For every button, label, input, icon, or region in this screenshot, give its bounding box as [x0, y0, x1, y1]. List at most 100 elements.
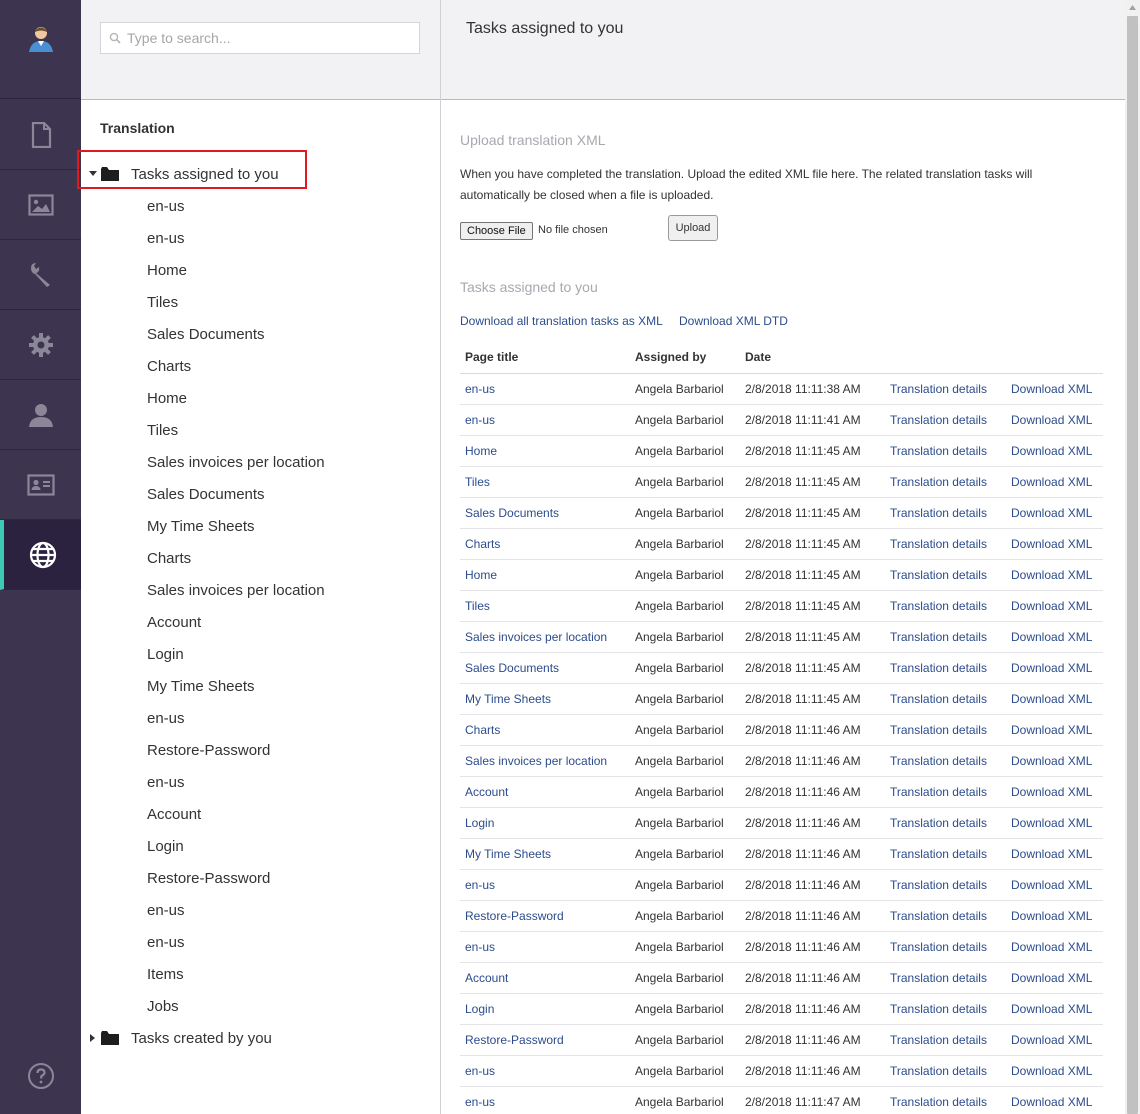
rail-item-media[interactable]	[0, 170, 81, 240]
rail-item-settings[interactable]	[0, 310, 81, 380]
translation-details-link[interactable]: Translation details	[890, 847, 987, 861]
page-title-link[interactable]: Sales Documents	[465, 661, 559, 675]
page-title-link[interactable]: Home	[465, 568, 497, 582]
tree-child-item[interactable]: Restore-Password	[147, 865, 270, 893]
page-title-link[interactable]: Tiles	[465, 599, 490, 613]
download-dtd-link[interactable]: Download XML DTD	[679, 314, 788, 328]
download-xml-link[interactable]: Download XML	[1011, 1002, 1092, 1016]
translation-details-link[interactable]: Translation details	[890, 940, 987, 954]
translation-details-link[interactable]: Translation details	[890, 1002, 987, 1016]
translation-details-link[interactable]: Translation details	[890, 816, 987, 830]
tree-child-item[interactable]: en-us	[147, 897, 185, 925]
translation-details-link[interactable]: Translation details	[890, 506, 987, 520]
page-title-link[interactable]: My Time Sheets	[465, 847, 551, 861]
tree-child-item[interactable]: Login	[147, 833, 184, 861]
download-xml-link[interactable]: Download XML	[1011, 630, 1092, 644]
tree-child-item[interactable]: My Time Sheets	[147, 513, 255, 541]
download-xml-link[interactable]: Download XML	[1011, 723, 1092, 737]
caret-down-icon[interactable]	[81, 171, 99, 177]
translation-details-link[interactable]: Translation details	[890, 630, 987, 644]
translation-details-link[interactable]: Translation details	[890, 909, 987, 923]
caret-right-icon[interactable]	[81, 1034, 99, 1042]
tree-child-item[interactable]: Charts	[147, 545, 191, 573]
download-xml-link[interactable]: Download XML	[1011, 661, 1092, 675]
tree-child-item[interactable]: Tiles	[147, 417, 178, 445]
rail-item-contacts[interactable]	[0, 450, 81, 520]
download-xml-link[interactable]: Download XML	[1011, 444, 1092, 458]
tree-node-tasks-assigned[interactable]: Tasks assigned to you	[81, 160, 279, 188]
page-title-link[interactable]: Sales invoices per location	[465, 630, 607, 644]
page-title-link[interactable]: en-us	[465, 413, 495, 427]
search-input[interactable]	[127, 30, 407, 46]
page-title-link[interactable]: Account	[465, 785, 508, 799]
page-title-link[interactable]: Sales invoices per location	[465, 754, 607, 768]
download-xml-link[interactable]: Download XML	[1011, 1095, 1092, 1109]
tree-child-item[interactable]: Account	[147, 801, 201, 829]
translation-details-link[interactable]: Translation details	[890, 692, 987, 706]
download-xml-link[interactable]: Download XML	[1011, 754, 1092, 768]
download-xml-link[interactable]: Download XML	[1011, 785, 1092, 799]
download-xml-link[interactable]: Download XML	[1011, 1064, 1092, 1078]
tree-child-item[interactable]: Home	[147, 385, 187, 413]
tree-child-item[interactable]: Login	[147, 641, 184, 669]
page-title-link[interactable]: en-us	[465, 878, 495, 892]
tree-child-item[interactable]: Charts	[147, 353, 191, 381]
help-button[interactable]	[0, 1056, 81, 1096]
tree-child-item[interactable]: Restore-Password	[147, 737, 270, 765]
page-title-link[interactable]: en-us	[465, 940, 495, 954]
translation-details-link[interactable]: Translation details	[890, 537, 987, 551]
search-box[interactable]	[100, 22, 420, 54]
page-title-link[interactable]: My Time Sheets	[465, 692, 551, 706]
tree-child-item[interactable]: en-us	[147, 225, 185, 253]
scroll-up-arrow[interactable]	[1125, 0, 1140, 15]
download-xml-link[interactable]: Download XML	[1011, 692, 1092, 706]
translation-details-link[interactable]: Translation details	[890, 971, 987, 985]
rail-item-users[interactable]	[0, 380, 81, 450]
page-title-link[interactable]: Sales Documents	[465, 506, 559, 520]
download-xml-link[interactable]: Download XML	[1011, 1033, 1092, 1047]
translation-details-link[interactable]: Translation details	[890, 723, 987, 737]
download-xml-link[interactable]: Download XML	[1011, 940, 1092, 954]
page-title-link[interactable]: en-us	[465, 1064, 495, 1078]
download-xml-link[interactable]: Download XML	[1011, 475, 1092, 489]
tree-child-item[interactable]: en-us	[147, 929, 185, 957]
translation-details-link[interactable]: Translation details	[890, 382, 987, 396]
tree-child-item[interactable]: Tiles	[147, 289, 178, 317]
page-title-link[interactable]: Restore-Password	[465, 1033, 564, 1047]
download-xml-link[interactable]: Download XML	[1011, 506, 1092, 520]
tree-child-item[interactable]: Sales invoices per location	[147, 577, 325, 605]
user-avatar[interactable]	[0, 0, 81, 99]
download-xml-link[interactable]: Download XML	[1011, 878, 1092, 892]
rail-item-tools[interactable]	[0, 240, 81, 310]
page-title-link[interactable]: Charts	[465, 537, 500, 551]
page-title-link[interactable]: Tiles	[465, 475, 490, 489]
translation-details-link[interactable]: Translation details	[890, 754, 987, 768]
download-all-link[interactable]: Download all translation tasks as XML	[460, 314, 663, 328]
translation-details-link[interactable]: Translation details	[890, 878, 987, 892]
page-title-link[interactable]: Restore-Password	[465, 909, 564, 923]
translation-details-link[interactable]: Translation details	[890, 1095, 987, 1109]
translation-details-link[interactable]: Translation details	[890, 785, 987, 799]
tree-child-item[interactable]: Sales Documents	[147, 481, 265, 509]
page-title-link[interactable]: en-us	[465, 1095, 495, 1109]
translation-details-link[interactable]: Translation details	[890, 661, 987, 675]
download-xml-link[interactable]: Download XML	[1011, 816, 1092, 830]
tree-child-item[interactable]: Jobs	[147, 993, 179, 1021]
rail-item-documents[interactable]	[0, 100, 81, 170]
upload-button[interactable]: Upload	[668, 215, 718, 241]
translation-details-link[interactable]: Translation details	[890, 568, 987, 582]
translation-details-link[interactable]: Translation details	[890, 599, 987, 613]
tree-child-item[interactable]: en-us	[147, 705, 185, 733]
page-title-link[interactable]: Login	[465, 1002, 494, 1016]
tree-child-item[interactable]: Home	[147, 257, 187, 285]
page-title-link[interactable]: en-us	[465, 382, 495, 396]
download-xml-link[interactable]: Download XML	[1011, 537, 1092, 551]
tree-child-item[interactable]: Items	[147, 961, 184, 989]
tree-child-item[interactable]: Account	[147, 609, 201, 637]
tree-child-item[interactable]: My Time Sheets	[147, 673, 255, 701]
page-title-link[interactable]: Account	[465, 971, 508, 985]
page-title-link[interactable]: Login	[465, 816, 494, 830]
translation-details-link[interactable]: Translation details	[890, 444, 987, 458]
scrollbar-thumb[interactable]	[1127, 16, 1138, 1114]
download-xml-link[interactable]: Download XML	[1011, 909, 1092, 923]
